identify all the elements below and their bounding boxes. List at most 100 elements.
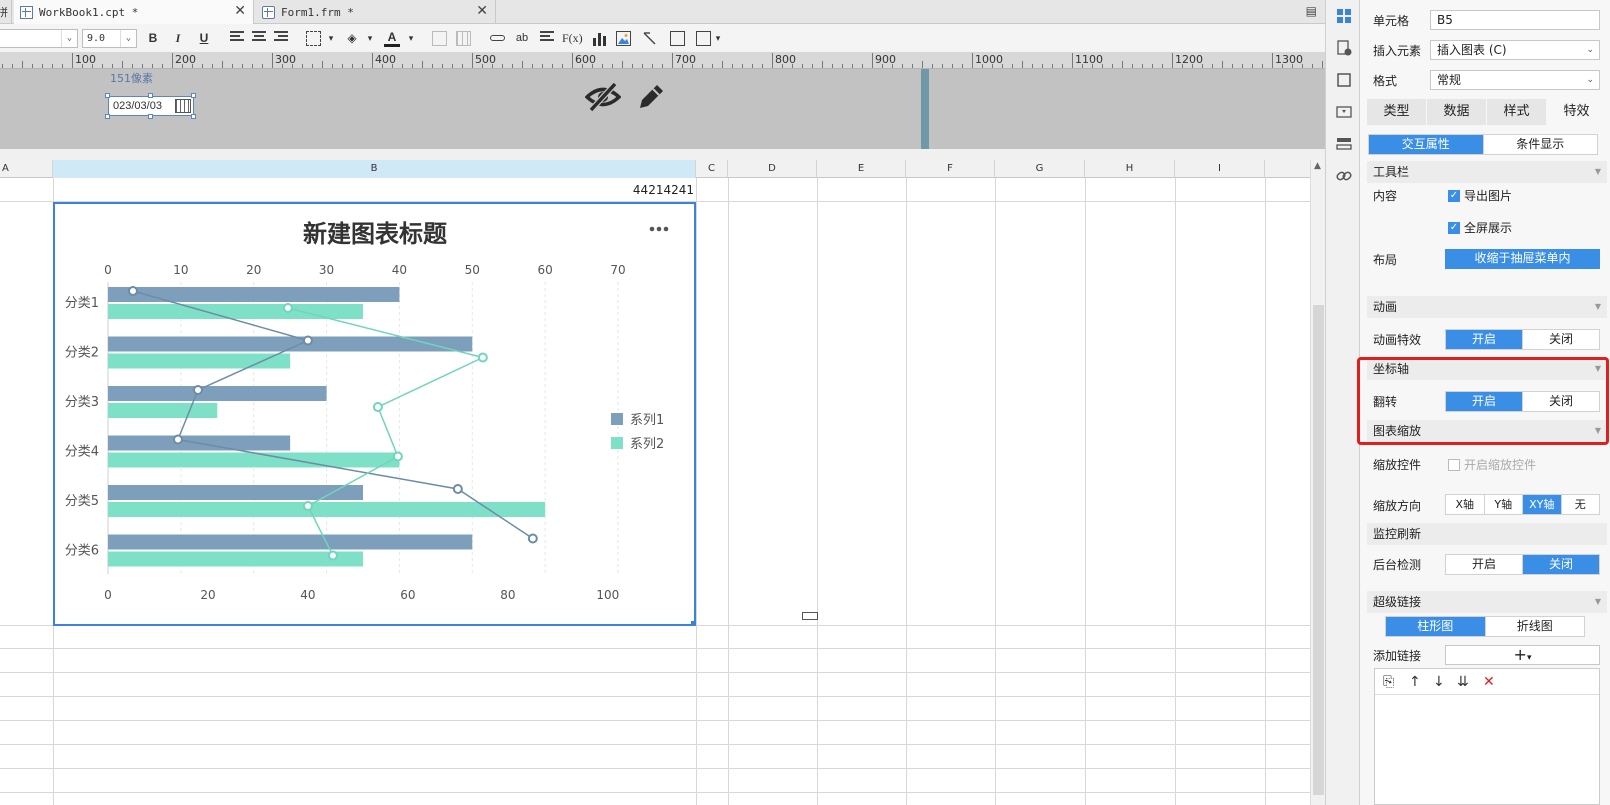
add-link-button[interactable]: +▾ (1445, 645, 1600, 665)
tab-form1[interactable]: Form1.frm * ✕ (256, 0, 496, 24)
zoom-none-button[interactable]: 无 (1562, 495, 1600, 514)
ruler-tick (912, 64, 913, 68)
italic-button[interactable]: I (170, 30, 186, 47)
column-header-g[interactable]: G (995, 160, 1085, 178)
column-header-e[interactable]: E (817, 160, 906, 178)
hyperlink-icon[interactable] (1336, 168, 1352, 184)
vertical-scrollbar[interactable]: ▲ (1310, 160, 1325, 805)
chevron-down-icon[interactable]: ▾ (403, 30, 419, 47)
date-widget[interactable]: 023/03/03 (108, 96, 194, 116)
fullscreen-checkbox[interactable]: ✓ 全屏展示 (1448, 219, 1512, 236)
underline-button[interactable]: U (196, 30, 212, 47)
resize-handle[interactable] (105, 93, 110, 98)
sub-report-icon[interactable] (670, 31, 685, 46)
resize-handle[interactable] (691, 621, 696, 626)
arrow-up-icon[interactable]: ↑ (1409, 674, 1421, 690)
resize-handle[interactable] (148, 93, 153, 98)
chevron-down-icon[interactable]: ▾ (323, 30, 339, 47)
insert-element-select[interactable]: 插入图表 (C) ⌄ (1430, 40, 1600, 60)
slash-icon[interactable] (642, 31, 657, 46)
paragraph-icon[interactable] (540, 31, 555, 46)
scroll-up-icon[interactable]: ▲ (1314, 161, 1321, 171)
chevron-down-icon[interactable]: ▾ (710, 30, 726, 47)
copy-icon[interactable]: ⎘ (1383, 674, 1394, 690)
pencil-icon[interactable] (636, 82, 666, 112)
font-color-icon[interactable]: A (384, 30, 400, 47)
align-left-icon[interactable] (230, 31, 245, 46)
align-right-icon[interactable] (274, 31, 289, 46)
font-size-select[interactable]: 9.0 ⌄ (82, 29, 137, 48)
delete-icon[interactable]: ✕ (1483, 674, 1495, 690)
section-animation[interactable]: 动画 ▼ (1367, 296, 1607, 318)
section-monitor-refresh[interactable]: 监控刷新 (1367, 523, 1607, 545)
tab-type[interactable]: 类型 (1367, 99, 1427, 125)
subtab-condition-display[interactable]: 条件显示 (1484, 135, 1598, 154)
align-center-icon[interactable] (252, 31, 267, 46)
column-header-a[interactable]: A (0, 160, 53, 178)
arrow-down-icon[interactable]: ↓ (1433, 674, 1445, 690)
frame-icon[interactable] (1336, 72, 1352, 88)
scrollbar-thumb[interactable] (1313, 305, 1324, 795)
close-icon[interactable]: ✕ (234, 3, 246, 19)
zoom-control-checkbox[interactable]: 开启缩放控件 (1448, 456, 1536, 473)
column-header-f[interactable]: F (906, 160, 995, 178)
chart-icon[interactable] (592, 31, 607, 46)
zoom-y-button[interactable]: Y轴 (1485, 495, 1523, 514)
cell-address-input[interactable]: B5 (1430, 10, 1600, 30)
column-header-h[interactable]: H (1085, 160, 1175, 178)
widget-icon[interactable] (1336, 104, 1352, 120)
tab-list-icon[interactable]: ▤ (1306, 4, 1317, 18)
text-ab-button[interactable]: ab (514, 30, 530, 47)
column-header-b[interactable]: B (53, 160, 696, 178)
tab-style[interactable]: 样式 (1487, 99, 1547, 125)
eye-off-icon[interactable] (585, 82, 621, 112)
tab-workbook1[interactable]: WorkBook1.cpt * ✕ (14, 0, 254, 24)
tab-effects[interactable]: 特效 (1547, 99, 1607, 125)
column-header-i[interactable]: I (1175, 160, 1265, 178)
chart-element[interactable]: 新建图表标题 0 10 20 30 40 50 60 70 0 20 40 60 80 100 分类1 分类2 分… (53, 202, 696, 626)
link-icon[interactable] (490, 35, 505, 41)
cell-properties-icon[interactable] (1336, 8, 1352, 24)
format-select[interactable]: 常规 ⌄ (1430, 70, 1600, 90)
background-check-off-button[interactable]: 关闭 (1523, 555, 1599, 574)
chevron-down-icon[interactable]: ▾ (362, 30, 378, 47)
background-check-on-button[interactable]: 开启 (1446, 555, 1523, 574)
link-tab-bar-chart[interactable]: 柱形图 (1386, 617, 1486, 636)
link-tab-line-chart[interactable]: 折线图 (1486, 617, 1585, 636)
ruler-tick (42, 64, 43, 68)
border-icon[interactable] (306, 31, 321, 46)
animation-off-button[interactable]: 关闭 (1523, 330, 1599, 349)
resize-handle[interactable] (191, 114, 196, 119)
export-image-checkbox[interactable]: ✓ 导出图片 (1448, 187, 1512, 204)
layout-drawer-button[interactable]: 收缩于抽屉菜单内 (1445, 249, 1600, 269)
subtab-interaction[interactable]: 交互属性 (1369, 135, 1484, 154)
bold-button[interactable]: B (145, 30, 161, 47)
image-icon[interactable] (616, 31, 631, 46)
column-header-c[interactable]: C (696, 160, 728, 178)
cell-element-icon[interactable] (696, 31, 711, 46)
font-family-select[interactable]: ⌄ (0, 29, 78, 48)
zoom-x-button[interactable]: X轴 (1446, 495, 1485, 514)
tab-previous-cut[interactable]: 拼 (0, 0, 12, 24)
resize-handle[interactable] (191, 93, 196, 98)
ruler-tick (752, 64, 753, 68)
merge-cells-icon[interactable] (432, 31, 447, 46)
close-icon[interactable]: ✕ (476, 3, 488, 19)
sort-icon[interactable]: ⇊ (1457, 674, 1469, 690)
calendar-icon[interactable] (175, 99, 191, 113)
widget-settings-icon[interactable] (1336, 40, 1352, 56)
tab-data[interactable]: 数据 (1427, 99, 1487, 125)
column-header-d[interactable]: D (728, 160, 817, 178)
resize-handle[interactable] (105, 114, 110, 119)
split-cells-icon[interactable] (456, 31, 471, 46)
resize-handle[interactable] (148, 114, 153, 119)
list-icon[interactable] (1336, 136, 1352, 152)
section-toolbar[interactable]: 工具栏 ▼ (1367, 161, 1607, 183)
formula-button[interactable]: F(x) (562, 30, 583, 47)
cell-b4-value[interactable]: 44214241 (600, 183, 694, 197)
chart-resize-handle[interactable] (802, 612, 818, 620)
fill-color-icon[interactable]: ◈ (344, 30, 360, 47)
zoom-xy-button[interactable]: XY轴 (1523, 495, 1562, 514)
animation-on-button[interactable]: 开启 (1446, 330, 1523, 349)
section-hyperlink[interactable]: 超级链接 ▼ (1367, 591, 1607, 613)
